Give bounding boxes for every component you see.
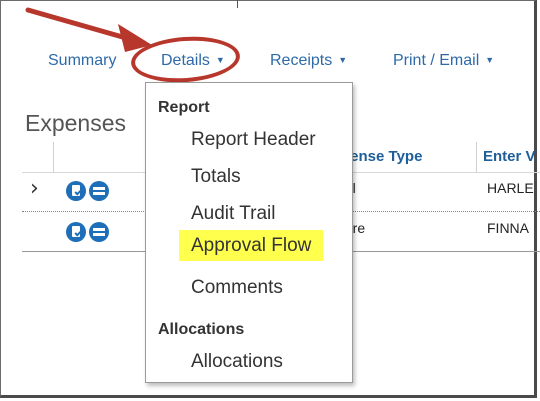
menu-item-allocations[interactable]: Allocations [191,351,283,373]
menu-item-totals[interactable]: Totals [191,166,241,188]
menu-item-approval-flow[interactable]: Approval Flow [179,230,324,261]
table-row-actions [66,222,109,242]
table-cell-vendor: HARLE [487,180,534,196]
page-title: Expenses [25,110,127,136]
column-header-vendor[interactable]: Enter V [483,148,536,165]
column-header-expense-type[interactable]: pense Type [341,148,422,165]
list-icon[interactable] [89,181,109,201]
list-icon[interactable] [89,222,109,242]
menu-item-comments[interactable]: Comments [191,277,283,299]
menu-group-allocations: Allocations [158,321,245,338]
table-cell-vendor: FINNA [487,220,529,236]
document-approve-icon[interactable] [66,181,86,201]
table-row-actions [66,181,109,201]
document-approve-icon[interactable] [66,222,86,242]
details-dropdown-menu: Report Report Header Totals Audit Trail … [145,82,353,383]
menu-item-report-header[interactable]: Report Header [191,129,316,151]
column-divider [53,142,54,172]
menu-item-approval-flow-label: Approval Flow [179,230,324,261]
menu-item-audit-trail[interactable]: Audit Trail [191,203,275,225]
column-divider [476,142,477,172]
menu-group-report: Report [158,99,210,116]
chevron-right-icon[interactable]: › [30,176,39,201]
